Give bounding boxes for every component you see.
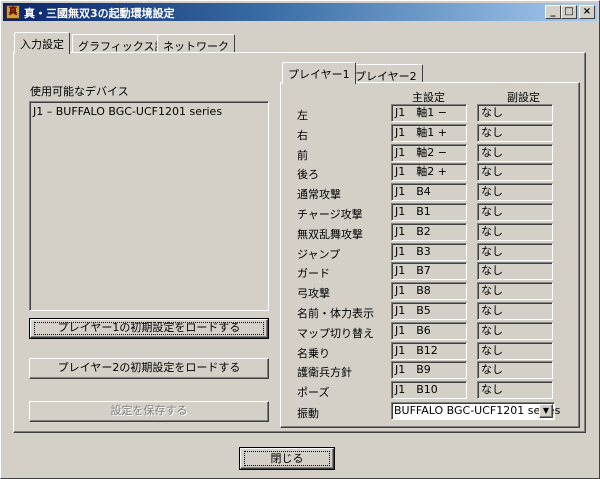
title-bar[interactable]: 真 真・三國無双3の起動環境設定 _ □ ×	[3, 3, 597, 21]
sub-binding-field[interactable]: なし	[477, 163, 553, 181]
save-settings-button[interactable]: 設定を保存する	[29, 401, 269, 422]
app-icon: 真	[6, 5, 20, 19]
action-label: 護衛兵方針	[297, 366, 352, 379]
main-binding-field[interactable]: J1 B5	[391, 302, 467, 320]
action-label: 名乗り	[297, 347, 330, 360]
close-button[interactable]: 閉じる	[239, 447, 335, 470]
sub-binding-field[interactable]: なし	[477, 262, 553, 280]
action-label: マップ切り替え	[297, 327, 374, 340]
sub-binding-field[interactable]: なし	[477, 342, 553, 360]
main-binding-field[interactable]: J1 B2	[391, 223, 467, 241]
main-binding-field[interactable]: J1 B6	[391, 322, 467, 340]
sub-binding-field[interactable]: なし	[477, 203, 553, 221]
vibration-label: 振動	[297, 407, 319, 420]
action-label: 通常攻撃	[297, 188, 341, 201]
sub-binding-field[interactable]: なし	[477, 124, 553, 142]
sub-binding-field[interactable]: なし	[477, 144, 553, 162]
sub-binding-field[interactable]: なし	[477, 361, 553, 379]
main-binding-field[interactable]: J1 B4	[391, 183, 467, 201]
maximize-button[interactable]: □	[561, 5, 577, 19]
tab-player2[interactable]: プレイヤー2	[349, 64, 423, 84]
vibration-value: BUFFALO BGC-UCF1201 series	[394, 404, 561, 417]
tab-input-settings[interactable]: 入力設定	[14, 32, 70, 54]
sub-binding-field[interactable]: なし	[477, 322, 553, 340]
load-player2-defaults-button[interactable]: プレイヤー2の初期設定をロードする	[29, 358, 269, 379]
tab-player1[interactable]: プレイヤー1	[282, 62, 356, 84]
input-settings-panel: 使用可能なデバイス J1 – BUFFALO BGC-UCF1201 serie…	[13, 52, 586, 433]
sub-binding-field[interactable]: なし	[477, 183, 553, 201]
action-label: ジャンプ	[297, 248, 341, 261]
action-label: 後ろ	[297, 168, 319, 181]
main-binding-field[interactable]: J1 B12	[391, 342, 467, 360]
sub-binding-field[interactable]: なし	[477, 381, 553, 399]
main-binding-field[interactable]: J1 B9	[391, 361, 467, 379]
device-item[interactable]: J1 – BUFFALO BGC-UCF1201 series	[33, 105, 222, 118]
main-binding-field[interactable]: J1 軸1 +	[391, 124, 467, 142]
main-binding-field[interactable]: J1 軸2 −	[391, 144, 467, 162]
main-setting-header: 主設定	[412, 91, 445, 104]
action-label: 無双乱舞攻撃	[297, 228, 363, 241]
main-binding-field[interactable]: J1 B3	[391, 243, 467, 261]
load-player1-label: プレイヤー1の初期設定をロードする	[57, 321, 241, 334]
devices-label: 使用可能なデバイス	[30, 85, 129, 98]
sub-binding-field[interactable]: なし	[477, 243, 553, 261]
action-label: チャージ攻撃	[297, 208, 363, 221]
main-binding-field[interactable]: J1 軸2 +	[391, 163, 467, 181]
sub-binding-field[interactable]: なし	[477, 104, 553, 122]
main-binding-field[interactable]: J1 軸1 −	[391, 104, 467, 122]
window-title: 真・三國無双3の起動環境設定	[24, 7, 175, 20]
tab-network[interactable]: ネットワーク	[157, 34, 235, 54]
player1-panel: 主設定 副設定 左 J1 軸1 − なし右 J1 軸1 + なし前 J1 軸2 − なし 後ろ…	[280, 82, 580, 428]
action-label: 弓攻撃	[297, 287, 330, 300]
device-list[interactable]: J1 – BUFFALO BGC-UCF1201 series	[29, 101, 269, 311]
action-label: 右	[297, 129, 308, 142]
sub-binding-field[interactable]: なし	[477, 223, 553, 241]
action-label: 左	[297, 109, 308, 122]
main-binding-field[interactable]: J1 B8	[391, 282, 467, 300]
action-label: ポーズ	[297, 386, 330, 399]
main-binding-field[interactable]: J1 B7	[391, 262, 467, 280]
sub-binding-field[interactable]: なし	[477, 282, 553, 300]
minimize-button[interactable]: _	[545, 5, 561, 19]
close-window-button[interactable]: ×	[579, 5, 595, 19]
main-binding-field[interactable]: J1 B10	[391, 381, 467, 399]
close-button-label: 閉じる	[270, 452, 304, 465]
main-binding-field[interactable]: J1 B1	[391, 203, 467, 221]
chevron-down-icon[interactable]: ▼	[539, 404, 553, 418]
settings-window: 真 真・三國無双3の起動環境設定 _ □ × 入力設定 グラフィックス設定 ネッ…	[0, 0, 600, 479]
load-player1-defaults-button[interactable]: プレイヤー1の初期設定をロードする	[29, 318, 269, 339]
sub-setting-header: 副設定	[507, 91, 540, 104]
action-label: 前	[297, 149, 308, 162]
vibration-select[interactable]: BUFFALO BGC-UCF1201 series ▼	[391, 402, 560, 420]
action-label: 名前・体力表示	[297, 307, 374, 320]
sub-binding-field[interactable]: なし	[477, 302, 553, 320]
action-label: ガード	[297, 267, 330, 280]
